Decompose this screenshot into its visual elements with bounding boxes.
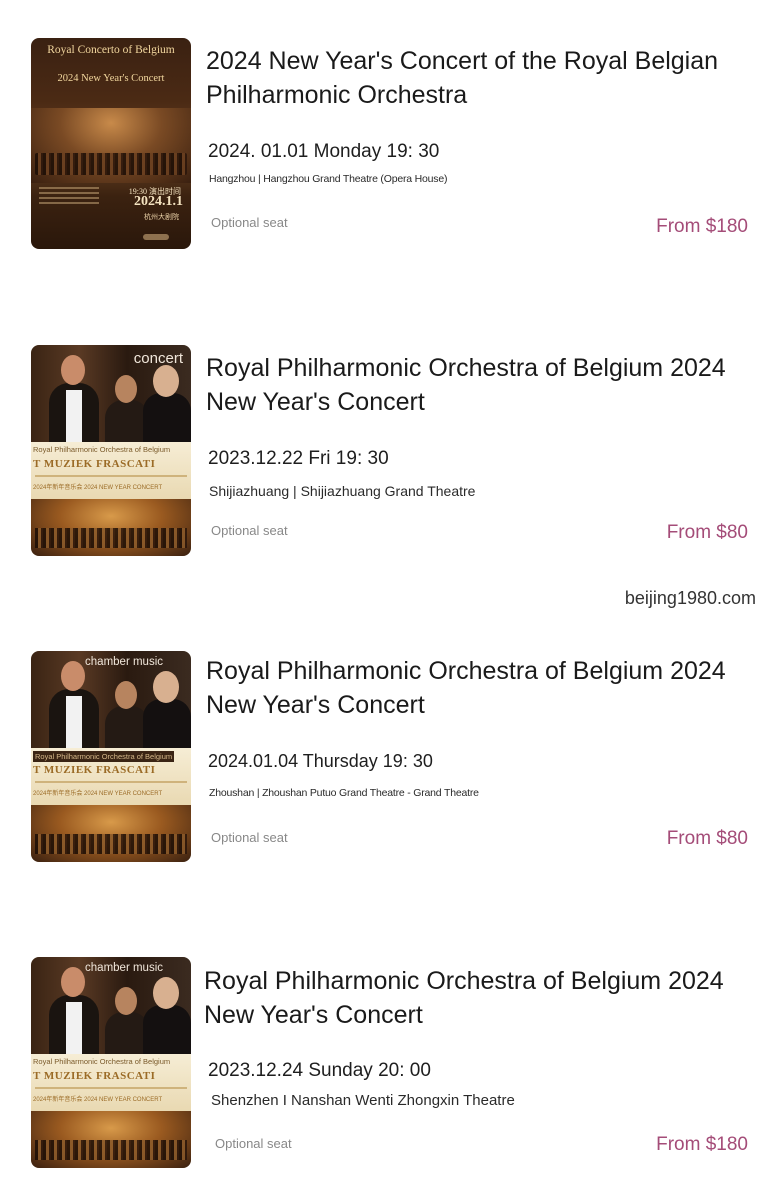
poster-band-line4: 2024年新年音乐会 2024 NEW YEAR CONCERT [33,791,163,797]
poster-date-big: 2024.1.1 [134,194,183,209]
optional-seat-label[interactable]: Optional seat [211,215,288,230]
event-card[interactable]: Royal Concerto of Belgium 2024 New Year'… [0,0,779,290]
event-title[interactable]: 2024 New Year's Concert of the Royal Bel… [206,44,739,112]
event-card[interactable]: chamber music Royal Philharmonic Orchest… [0,606,779,896]
event-datetime: 2023.12.22 Fri 19: 30 [208,448,389,469]
event-poster-image[interactable]: Royal Concerto of Belgium 2024 New Year'… [31,38,191,249]
optional-seat-label[interactable]: Optional seat [211,523,288,538]
optional-seat-label[interactable]: Optional seat [215,1136,292,1151]
event-poster-image[interactable]: chamber music Royal Philharmonic Orchest… [31,957,191,1168]
poster-hall-photo [31,805,191,862]
poster-band: Royal Philharmonic Orchestra of Belgium … [31,748,191,805]
poster-tag: concert [133,350,183,367]
poster-logo [143,234,169,240]
event-poster-image[interactable]: concert Royal Philharmonic Orchestra of … [31,345,191,556]
poster-info-lines [39,184,99,207]
optional-seat-label[interactable]: Optional seat [211,830,288,845]
poster-title: Royal Concerto of Belgium [47,44,175,56]
poster-band-line1: Royal Philharmonic Orchestra of Belgium [33,751,175,762]
poster-band-line2: T MUZIEK FRASCATI [33,458,156,470]
event-venue: Zhoushan | Zhoushan Putuo Grand Theatre … [209,787,479,799]
poster-tag: chamber music [85,962,163,974]
event-venue: Shenzhen I Nanshan Wenti Zhongxin Theatr… [211,1092,515,1109]
event-venue: Shijiazhuang | Shijiazhuang Grand Theatr… [209,483,476,499]
event-price: From $180 [656,216,748,237]
event-venue: Hangzhou | Hangzhou Grand Theatre (Opera… [209,173,448,185]
poster-orchestra-photo [35,153,187,175]
poster-subtitle: 2024 New Year's Concert [57,73,165,84]
event-card[interactable]: concert Royal Philharmonic Orchestra of … [0,300,779,580]
poster-band-line4: 2024年新年音乐会 2024 NEW YEAR CONCERT [33,1097,163,1103]
event-poster-image[interactable]: chamber music Royal Philharmonic Orchest… [31,651,191,862]
event-price: From $80 [666,828,748,849]
poster-band: Royal Philharmonic Orchestra of Belgium … [31,1054,191,1111]
event-card[interactable]: chamber music Royal Philharmonic Orchest… [0,912,779,1200]
event-datetime: 2024.01.04 Thursday 19: 30 [208,751,433,771]
poster-band-line2: T MUZIEK FRASCATI [33,1070,156,1082]
event-title[interactable]: Royal Philharmonic Orchestra of Belgium … [204,964,739,1032]
event-title[interactable]: Royal Philharmonic Orchestra of Belgium … [206,351,739,419]
poster-band: Royal Philharmonic Orchestra of Belgium … [31,442,191,499]
poster-hall-photo [31,499,191,556]
poster-band-line1: Royal Philharmonic Orchestra of Belgium [33,1057,171,1066]
poster-hall-photo [31,1111,191,1168]
poster-tag: chamber music [85,656,163,668]
event-datetime: 2023.12.24 Sunday 20: 00 [208,1060,431,1081]
event-title[interactable]: Royal Philharmonic Orchestra of Belgium … [206,654,739,722]
event-price: From $180 [656,1134,748,1155]
event-price: From $80 [666,522,748,543]
poster-band-line4: 2024年新年音乐会 2024 NEW YEAR CONCERT [33,485,163,491]
poster-band-line2: T MUZIEK FRASCATI [33,764,156,776]
event-datetime: 2024. 01.01 Monday 19: 30 [208,141,440,162]
poster-venue: 杭州大剧院 [144,214,179,221]
poster-band-line1: Royal Philharmonic Orchestra of Belgium [33,445,171,454]
